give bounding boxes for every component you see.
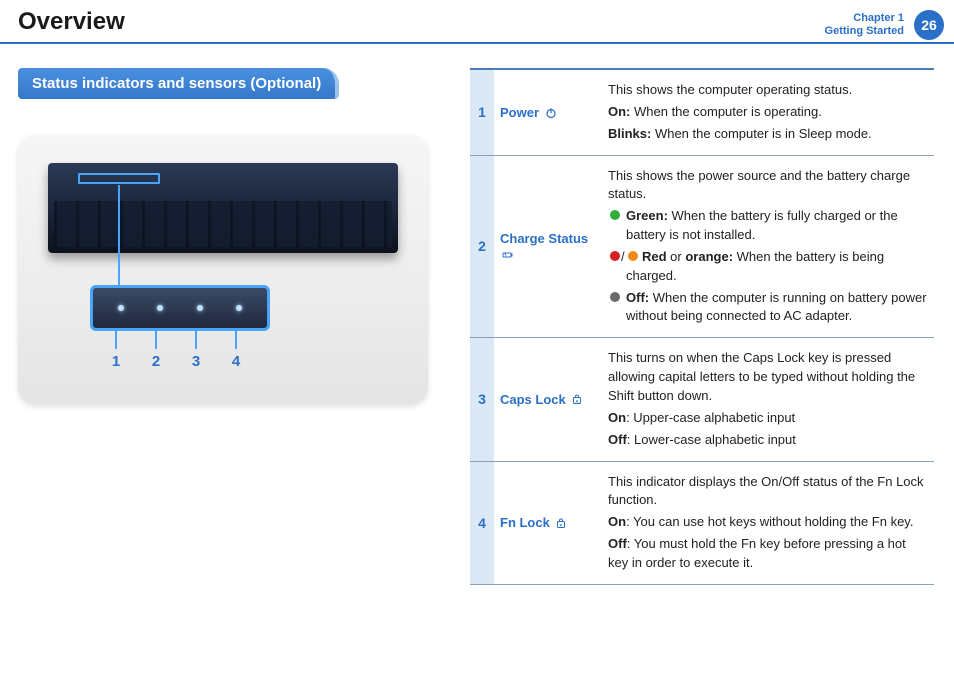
right-column: 1 Power This shows the computer operatin… [470,68,954,585]
page-title: Overview [18,8,125,40]
figure-label-1: 1 [112,353,120,370]
off-text: When the computer is running on battery … [626,290,927,324]
off-label: Off [608,432,627,447]
section-heading: Status indicators and sensors (Optional) [18,68,339,99]
led-icon [197,305,203,311]
red-dot-icon [610,251,620,261]
led-icon [236,305,242,311]
row-name-text: Power [500,105,539,120]
green-label: Green: [626,208,668,223]
fnlock-icon: F [555,518,567,530]
blinks-label: Blinks: [608,126,651,141]
desc-intro: This turns on when the Caps Lock key is … [608,349,928,406]
left-column: Status indicators and sensors (Optional)… [0,68,470,585]
off-text: : You must hold the Fn key before pressi… [608,536,906,570]
row-name-text: Charge Status [500,231,588,246]
slash: / [621,248,625,267]
on-text: : You can use hot keys without holding t… [626,514,913,529]
row-desc: This shows the power source and the batt… [602,155,934,338]
desc-green: Green: When the battery is fully charged… [608,207,928,245]
table-row: 4 Fn Lock F This indicator displays the … [470,461,934,584]
figure-callout-line [118,185,120,290]
row-number: 2 [470,155,494,338]
capslock-icon: A [571,394,583,406]
desc-blinks: Blinks: When the computer is in Sleep mo… [608,125,928,144]
led-icon [157,305,163,311]
figure-label-4: 4 [232,353,240,370]
figure-tick [235,331,237,349]
row-number: 3 [470,338,494,461]
row-name-text: Caps Lock [500,392,566,407]
row-name: Charge Status [494,155,602,338]
green-dot-icon [610,210,620,220]
chapter-line2: Getting Started [825,25,904,38]
row-name: Caps Lock A [494,338,602,461]
orange-label: orange: [685,249,733,264]
table-row: 2 Charge Status This shows the power sou… [470,155,934,338]
off-label: Off [608,536,627,551]
row-desc: This turns on when the Caps Lock key is … [602,338,934,461]
row-name-text: Fn Lock [500,515,550,530]
indicator-table: 1 Power This shows the computer operatin… [470,68,934,585]
figure-callout-box [90,285,270,331]
desc-on: On: You can use hot keys without holding… [608,513,928,532]
table-row: 3 Caps Lock A This turns on when the Cap… [470,338,934,461]
blinks-text: When the computer is in Sleep mode. [651,126,871,141]
red-label: Red [642,249,667,264]
chapter-line1: Chapter 1 [825,12,904,25]
content: Status indicators and sensors (Optional)… [0,40,954,585]
figure-tick [195,331,197,349]
row-desc: This indicator displays the On/Off statu… [602,461,934,584]
page-header: Overview Chapter 1 Getting Started 26 [0,0,954,40]
led-icon [118,305,124,311]
off-label: Off: [626,290,649,305]
charge-icon [502,249,514,261]
row-number: 1 [470,69,494,155]
on-label: On [608,410,626,425]
row-name: Power [494,69,602,155]
orange-dot-icon [628,251,638,261]
desc-intro: This indicator displays the On/Off statu… [608,473,928,511]
header-rule [0,42,954,44]
power-icon [545,107,557,119]
row-number: 4 [470,461,494,584]
figure-tick [115,331,117,349]
desc-intro: This shows the power source and the batt… [608,167,928,205]
figure-label-3: 3 [192,353,200,370]
redorange-wrap: Red or orange: When the battery is being… [626,249,884,283]
svg-text:A: A [576,399,579,404]
or-text: or [667,249,686,264]
figure-label-2: 2 [152,353,160,370]
figure-tick [155,331,157,349]
row-desc: This shows the computer operating status… [602,69,934,155]
desc-redorange: / Red or orange: When the battery is bei… [608,248,928,286]
table-row: 1 Power This shows the computer operatin… [470,69,934,155]
on-label: On: [608,104,630,119]
desc-off: Off: You must hold the Fn key before pre… [608,535,928,573]
chapter-label: Chapter 1 Getting Started [825,12,904,38]
page-number-badge: 26 [914,10,944,40]
figure-card: 1 2 3 4 [18,135,428,405]
on-label: On [608,514,626,529]
desc-on: On: Upper-case alphabetic input [608,409,928,428]
row-name: Fn Lock F [494,461,602,584]
svg-text:F: F [560,523,563,527]
header-right: Chapter 1 Getting Started 26 [825,10,954,40]
on-text: : Upper-case alphabetic input [626,410,795,425]
desc-off: Off: Lower-case alphabetic input [608,431,928,450]
on-text: When the computer is operating. [630,104,822,119]
figure-highlight-box [78,173,160,184]
desc-intro: This shows the computer operating status… [608,81,928,100]
desc-on: On: When the computer is operating. [608,103,928,122]
desc-off: Off: When the computer is running on bat… [608,289,928,327]
grey-dot-icon [610,292,620,302]
off-text: : Lower-case alphabetic input [627,432,796,447]
